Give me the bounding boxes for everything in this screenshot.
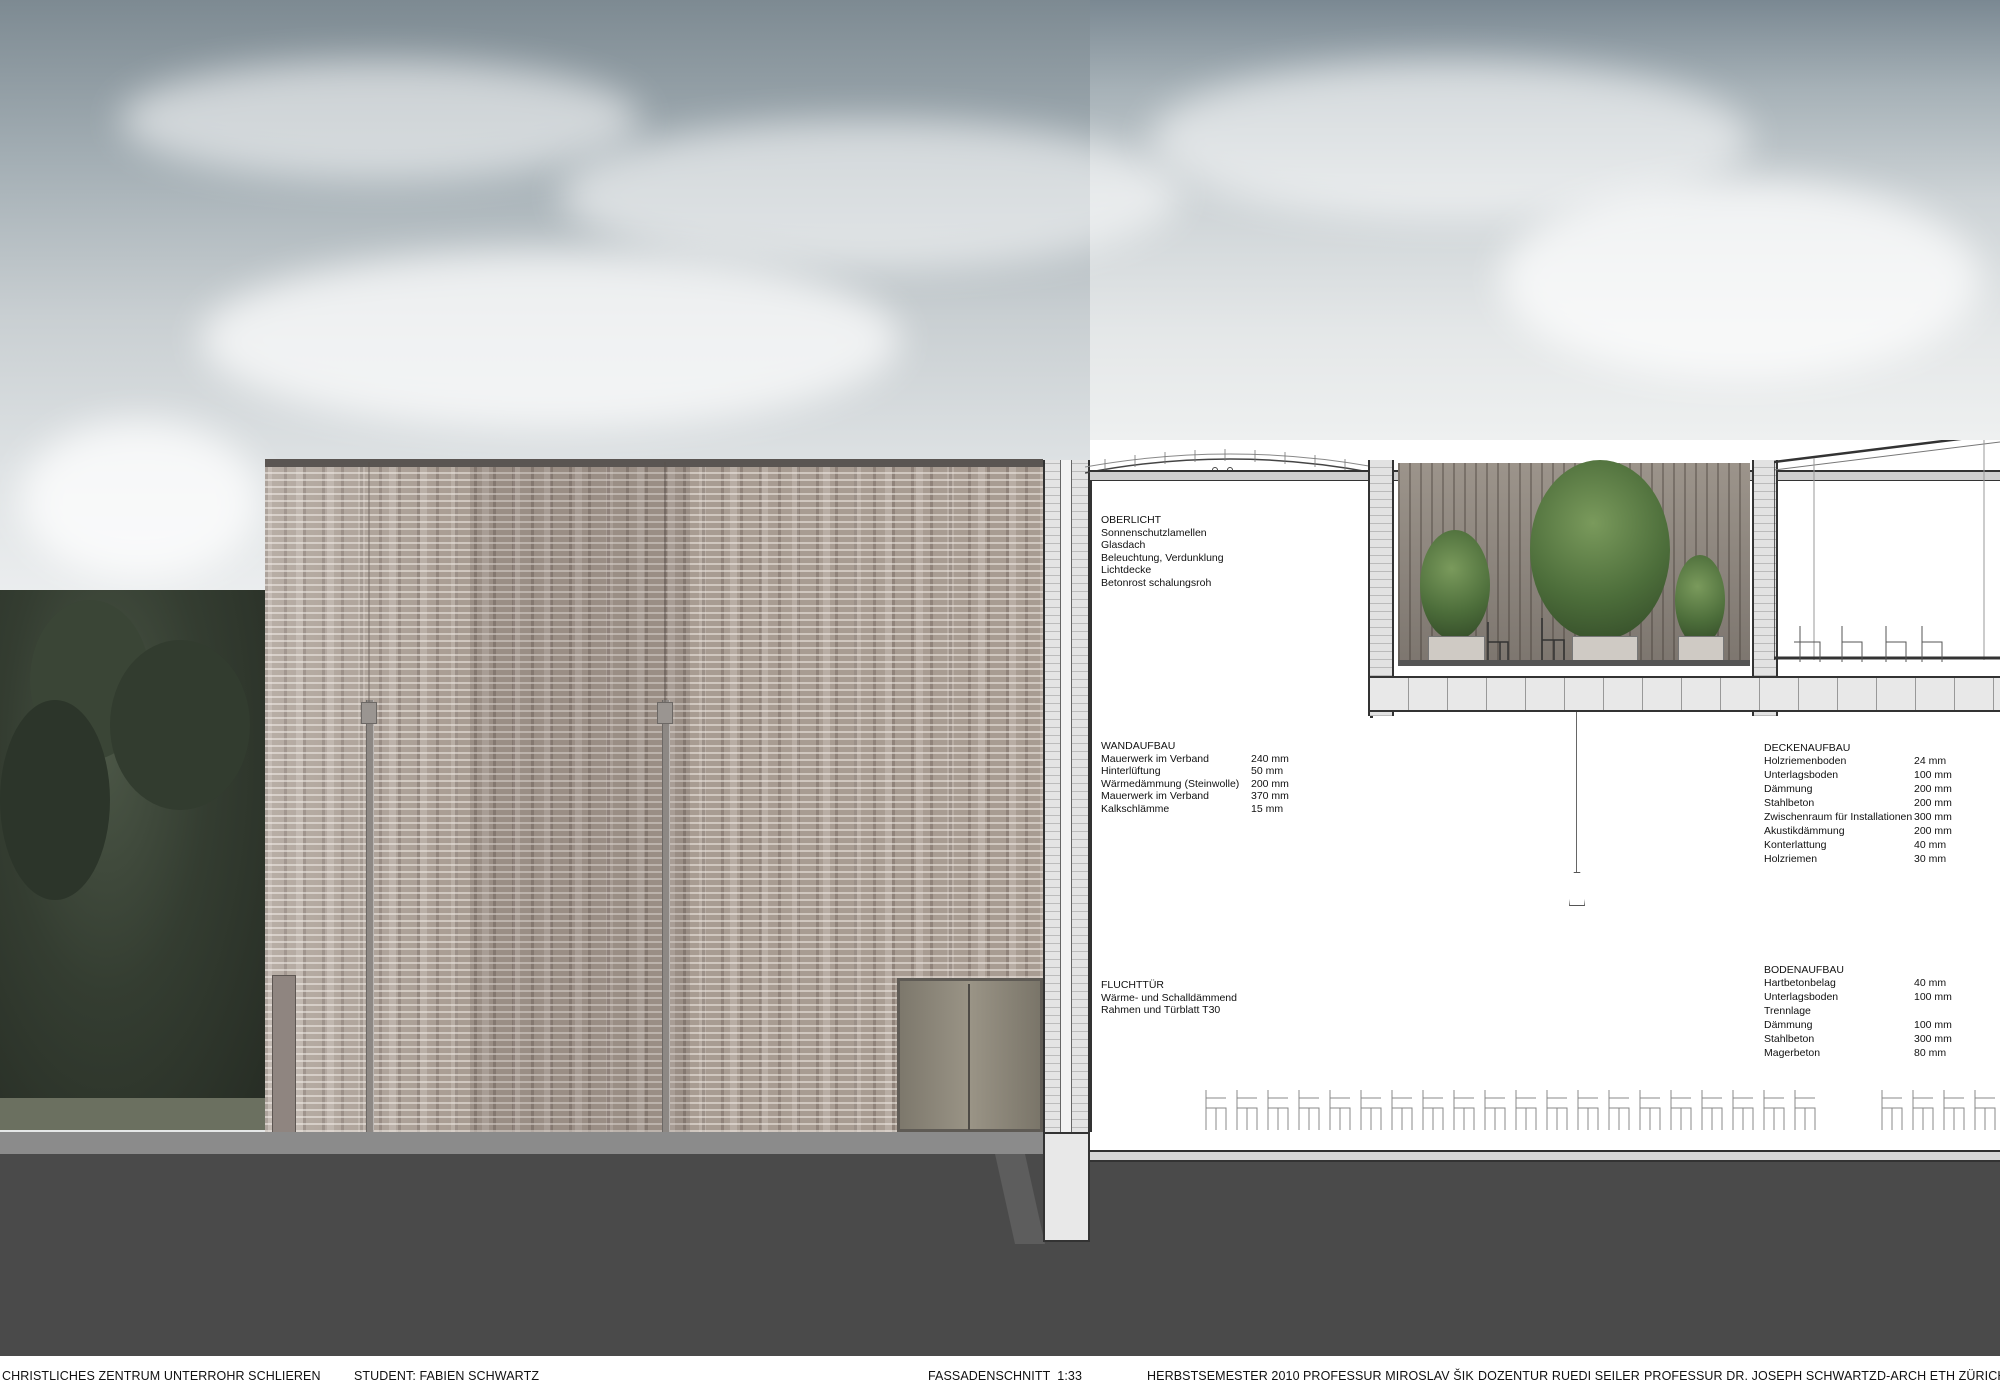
spec-value: 370 mm — [1251, 790, 1289, 803]
tree-canopy — [0, 700, 110, 900]
annotation-line: Rahmen und Türblatt T30 — [1101, 1004, 1221, 1017]
downpipe — [366, 700, 374, 1132]
spec-name: Unterlagsboden — [1764, 990, 1839, 1003]
cloud — [120, 60, 640, 180]
spec-name: Trennlage — [1764, 1004, 1811, 1017]
spec-name: Dämmung — [1764, 1018, 1813, 1031]
spec-value: 40 mm — [1914, 976, 1947, 989]
student-name: STUDENT: FABIEN SCHWARTZ — [354, 1369, 540, 1383]
side-door — [272, 975, 296, 1134]
spec-value: 100 mm — [1914, 768, 1952, 781]
annotation-wandaufbau: WANDAUFBAU Mauerwerk im Verband 240 mm H… — [1101, 740, 1341, 817]
downpipe-head — [657, 702, 673, 724]
spec-value: 300 mm — [1914, 1032, 1952, 1045]
spec-name: Hartbetonbelag — [1764, 976, 1836, 989]
grass-strip — [0, 1098, 265, 1130]
spec-value: 100 mm — [1914, 1018, 1952, 1031]
spec-value: 40 mm — [1914, 838, 1947, 851]
annotation-title: FLUCHTTÜR — [1101, 979, 1164, 991]
dozentur: DOZENTUR RUEDI SEILER — [1478, 1369, 1640, 1383]
annotation-line: Wärme- und Schalldämmend — [1101, 991, 1237, 1004]
tree-canopy — [110, 640, 250, 810]
spec-name: Wärmedämmung (Steinwolle) — [1101, 777, 1240, 790]
annotation-fluchttuer: FLUCHTTÜR Wärme- und Schalldämmend Rahme… — [1101, 979, 1237, 1017]
hall-chairs — [1205, 1089, 1996, 1131]
facade-joint — [664, 462, 666, 702]
annotation-title: WANDAUFBAU — [1101, 740, 1176, 752]
annotation-line: Glasdach — [1101, 539, 1146, 552]
annotation-line: Lichtdecke — [1101, 564, 1152, 577]
institution: D-ARCH ETH ZÜRICH — [1877, 1369, 2000, 1383]
patio-chairs — [1487, 618, 1565, 660]
ground-surface — [0, 1132, 1090, 1154]
spec-name: Dämmung — [1764, 782, 1813, 795]
planter — [1428, 636, 1485, 662]
annotation-title: OBERLICHT — [1101, 514, 1162, 526]
spec-name: Zwischenraum für Installationen — [1764, 810, 1913, 823]
cloud — [20, 420, 260, 580]
spec-name: Akustikdämmung — [1764, 824, 1845, 837]
spec-name: Holzriemen — [1764, 852, 1818, 865]
spec-name: Stahlbeton — [1764, 796, 1815, 809]
cloud — [200, 250, 900, 430]
spec-value: 200 mm — [1914, 782, 1952, 795]
annotation-line: Sonnenschutzlamellen — [1101, 526, 1207, 539]
plant — [1675, 555, 1725, 645]
annotation-line: Betonrost schalungsroh — [1101, 576, 1212, 589]
spec-value: 50 mm — [1251, 765, 1284, 778]
door-split-line — [968, 984, 970, 1130]
semester: HERBSTSEMESTER 2010 — [1147, 1369, 1300, 1383]
spec-value: 240 mm — [1251, 752, 1289, 765]
facade-shadow — [470, 462, 690, 1132]
facade-joint — [368, 462, 370, 702]
annotation-title: DECKENAUFBAU — [1764, 742, 1851, 754]
spec-name: Stahlbeton — [1764, 1032, 1815, 1045]
spec-value: 200 mm — [1914, 796, 1952, 809]
floor-slab — [1090, 1150, 2000, 1162]
spec-value: 200 mm — [1251, 777, 1289, 790]
annotation-deckenaufbau: DECKENAUFBAU Holzriemenboden 24 mm Unter… — [1764, 742, 1994, 869]
annotation-line: Beleuchtung, Verdunklung — [1101, 551, 1224, 564]
foundation-wall — [1043, 1132, 1090, 1242]
spec-name: Konterlattung — [1764, 838, 1827, 851]
spec-name: Kalkschlämme — [1101, 802, 1170, 815]
spec-value: 15 mm — [1251, 802, 1284, 815]
planter — [1678, 636, 1724, 662]
spec-name: Magerbeton — [1764, 1046, 1821, 1059]
spec-value: 200 mm — [1914, 824, 1952, 837]
annotation-title: BODENAUFBAU — [1764, 964, 1844, 976]
spec-name: Mauerwerk im Verband — [1101, 790, 1209, 803]
downpipe — [662, 700, 670, 1132]
spec-value: 80 mm — [1914, 1046, 1947, 1059]
drawing-title: FASSADENSCHNITT 1:33 — [928, 1369, 1082, 1383]
spec-name: Mauerwerk im Verband — [1101, 752, 1209, 765]
cloud — [560, 120, 1180, 270]
roof-edge — [265, 459, 1043, 467]
professor-secondary: PROFESSUR DR. JOSEPH SCHWARTZ — [1644, 1369, 1877, 1383]
spec-value: 30 mm — [1914, 852, 1947, 865]
spec-value: 300 mm — [1914, 810, 1952, 823]
upper-chairs — [1794, 626, 1943, 662]
annotation-bodenaufbau: BODENAUFBAU Hartbetonbelag 40 mm Unterla… — [1764, 964, 1994, 1063]
spec-name: Hinterlüftung — [1101, 765, 1161, 778]
ground-fill — [0, 1154, 2000, 1356]
spec-value: 100 mm — [1914, 990, 1952, 1003]
pendant-cord — [1576, 712, 1577, 872]
planter — [1572, 636, 1638, 662]
downpipe-head — [361, 702, 377, 724]
spec-name: Unterlagsboden — [1764, 768, 1839, 781]
intermediate-slab — [1370, 676, 2000, 712]
cloud — [1500, 180, 1980, 380]
annotation-oberlicht: OBERLICHT Sonnenschutzlamellen Glasdach … — [1101, 514, 1224, 590]
spec-value: 24 mm — [1914, 754, 1947, 767]
spec-name: Holzriemenboden — [1764, 754, 1847, 767]
project-name: CHRISTLICHES ZENTRUM UNTERROHR SCHLIEREN — [2, 1369, 321, 1383]
escape-door — [897, 978, 1043, 1132]
inner-wall-line — [1088, 470, 1092, 1132]
professor-primary: PROFESSUR MIROSLAV ŠIK — [1303, 1369, 1474, 1383]
section-wall-insulation — [1060, 460, 1072, 1240]
patio-floor — [1398, 660, 1750, 666]
